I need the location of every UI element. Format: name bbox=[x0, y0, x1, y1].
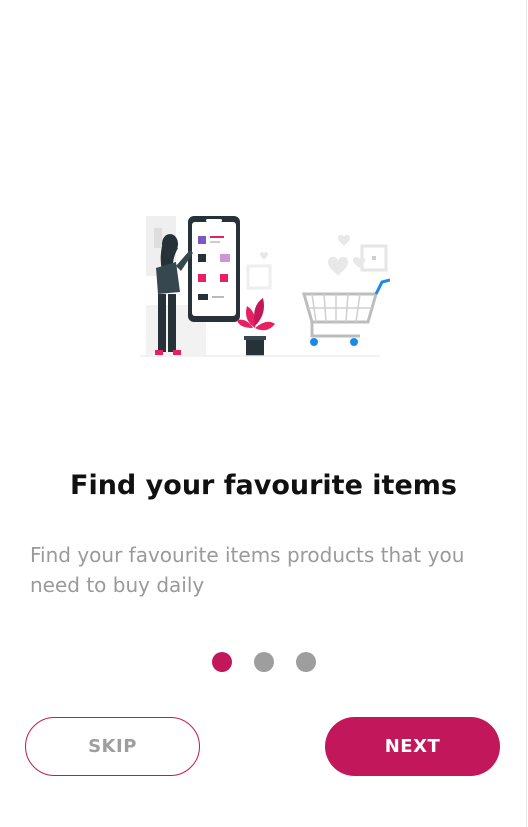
page-dot-3[interactable] bbox=[296, 652, 316, 672]
next-button[interactable]: NEXT bbox=[325, 717, 500, 776]
page-indicator bbox=[212, 652, 316, 672]
onboarding-screen: Find your favourite items Find your favo… bbox=[0, 0, 527, 827]
onboarding-description: Find your favourite items products that … bbox=[30, 543, 465, 597]
page-dot-2[interactable] bbox=[254, 652, 274, 672]
page-dot-1-active[interactable] bbox=[212, 652, 232, 672]
shopping-illustration bbox=[140, 216, 390, 357]
onboarding-title: Find your favourite items bbox=[70, 470, 457, 501]
skip-button[interactable]: SKIP bbox=[25, 717, 200, 776]
